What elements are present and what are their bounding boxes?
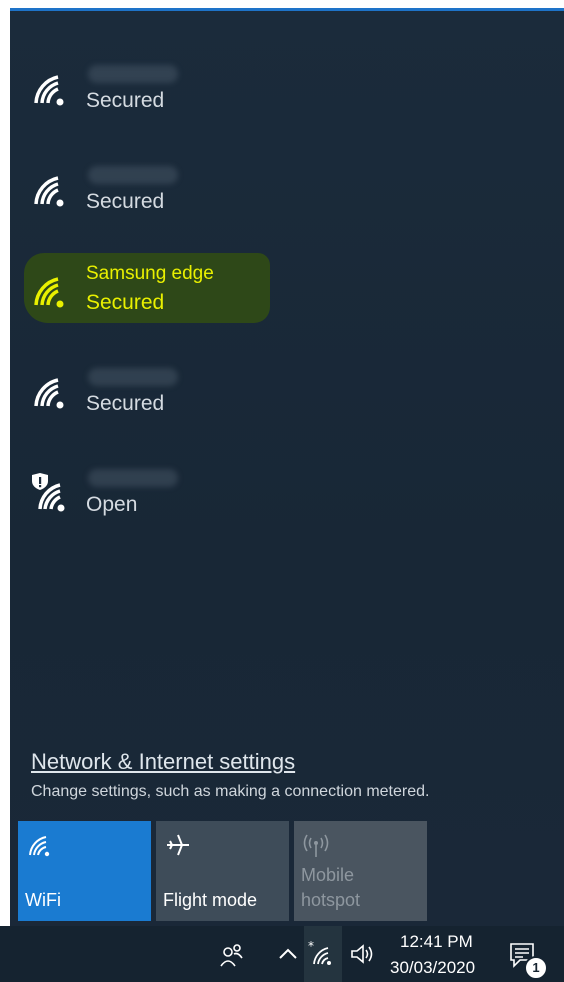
notification-badge: 1: [524, 956, 548, 980]
network-status: Secured: [86, 190, 165, 213]
redacted-name: [88, 368, 178, 386]
network-name: Samsung edge: [86, 263, 214, 284]
airplane-icon: [167, 834, 189, 856]
network-status: Secured: [86, 291, 165, 314]
network-status: Secured: [86, 89, 165, 112]
svg-text:*: *: [308, 940, 314, 953]
network-item-2[interactable]: Secured: [10, 152, 564, 253]
network-settings-description: Change settings, such as making a connec…: [31, 783, 430, 800]
network-item-samsung-edge[interactable]: Samsung edge Secured: [10, 253, 564, 354]
wifi-icon: [34, 176, 64, 207]
tile-label: Mobile hotspot: [301, 865, 361, 910]
hotspot-icon: [303, 834, 329, 857]
wifi-shield-warning-icon: [32, 473, 65, 512]
redacted-name: [88, 469, 178, 487]
network-settings-link[interactable]: Network & Internet settings: [31, 749, 295, 775]
tile-label: WiFi: [25, 890, 61, 910]
taskbar: * 12:41 PM 30/03/2020 1: [0, 926, 564, 982]
network-item-1[interactable]: Secured: [10, 51, 564, 152]
wifi-icon: [34, 277, 64, 308]
mobile-hotspot-tile[interactable]: Mobile hotspot: [294, 821, 427, 921]
network-flyout: Secured Secured Samsung edge Secured Sec…: [10, 8, 564, 926]
wifi-icon: [29, 836, 50, 857]
redacted-name: [88, 166, 178, 184]
wifi-toggle-tile[interactable]: WiFi: [18, 821, 151, 921]
wifi-icon[interactable]: *: [308, 940, 336, 968]
clock-date[interactable]: 30/03/2020: [390, 958, 475, 978]
flight-mode-tile[interactable]: Flight mode: [156, 821, 289, 921]
network-list: Secured Secured Samsung edge Secured Sec…: [10, 51, 564, 556]
tile-label: Flight mode: [163, 890, 258, 910]
network-item-5[interactable]: Open: [10, 455, 564, 556]
clock-time[interactable]: 12:41 PM: [400, 932, 473, 952]
redacted-name: [88, 65, 178, 83]
volume-icon[interactable]: [348, 940, 376, 968]
network-item-4[interactable]: Secured: [10, 354, 564, 455]
chevron-up-icon[interactable]: [274, 940, 302, 968]
network-status: Open: [86, 493, 138, 516]
wifi-icon: [34, 378, 64, 409]
network-status: Secured: [86, 392, 165, 415]
people-icon[interactable]: [218, 940, 246, 968]
wifi-icon: [34, 75, 64, 106]
